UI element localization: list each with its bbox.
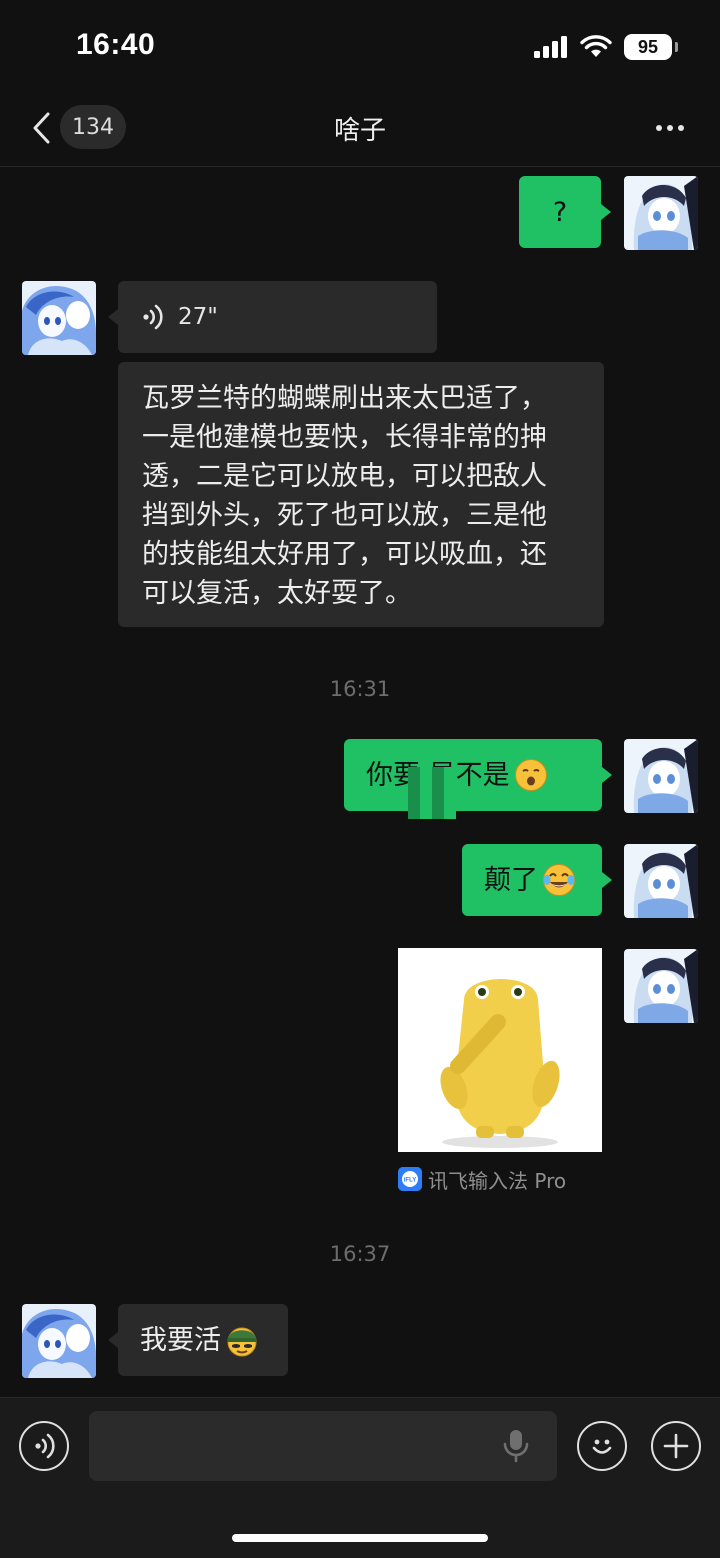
message-text: 瓦罗兰特的蝴蝶刷出来太巴适了， 一是他建模也要快，长得非常的抻 透，二是它可以放… — [142, 383, 547, 609]
contact-avatar[interactable] — [22, 281, 96, 355]
message-text: ? — [552, 196, 568, 228]
status-bar: 16:40 95 — [0, 0, 720, 90]
message-bubble-sent[interactable]: 你要 是不是 — [344, 739, 612, 819]
message-text: 颠了 — [484, 864, 538, 896]
voice-mode-button[interactable] — [19, 1421, 69, 1471]
message-bubble-received[interactable]: 我要活 — [108, 1304, 288, 1376]
sticker-image[interactable] — [398, 948, 602, 1152]
message-input[interactable] — [89, 1411, 557, 1481]
more-options-button[interactable] — [652, 114, 688, 142]
status-icons: 95 — [534, 34, 678, 60]
more-actions-button[interactable] — [651, 1421, 701, 1471]
contact-avatar[interactable] — [22, 1304, 96, 1378]
smiley-icon — [592, 1439, 612, 1454]
plus-icon — [663, 1433, 689, 1459]
ifly-logo-icon: iFLY — [398, 1167, 422, 1191]
redaction-mask — [408, 767, 456, 819]
sticker-source-name: 讯飞输入法 Pro — [428, 1168, 567, 1193]
message-bubble-sent[interactable]: 颠了 — [462, 844, 612, 916]
voice-transcript[interactable]: 瓦罗兰特的蝴蝶刷出来太巴适了， 一是他建模也要快，长得非常的抻 透，二是它可以放… — [118, 362, 604, 627]
voice-message[interactable]: 27" — [108, 281, 437, 353]
microphone-icon[interactable] — [500, 1428, 532, 1464]
voice-wave-icon — [35, 1433, 55, 1459]
kiss-face-emoji — [514, 759, 547, 791]
my-avatar[interactable] — [624, 949, 698, 1023]
dot-icon — [678, 125, 684, 131]
chat-timestamp: 16:37 — [329, 1242, 391, 1266]
input-toolbar — [0, 1397, 720, 1558]
yellow-figure-sticker — [398, 948, 602, 1152]
message-text: 我要活 — [140, 1324, 221, 1356]
my-avatar[interactable] — [624, 844, 698, 918]
voice-wave-icon — [143, 304, 163, 330]
chat-title: 啥子 — [333, 116, 386, 146]
wifi-icon — [580, 35, 612, 57]
my-avatar[interactable] — [624, 176, 698, 250]
sticker-source-link[interactable]: iFLY 讯飞输入法 Pro — [398, 1164, 566, 1194]
tears-of-joy-emoji — [543, 864, 575, 896]
my-avatar[interactable] — [624, 739, 698, 813]
dot-icon — [656, 125, 662, 131]
chat-header: 134 啥子 — [0, 90, 720, 167]
signal-icon — [534, 36, 567, 58]
battery-indicator: 95 — [624, 34, 678, 60]
svg-text:iFLY: iFLY — [404, 1178, 416, 1184]
emoji-button[interactable] — [577, 1421, 627, 1471]
status-time: 16:40 — [76, 28, 156, 61]
helmet-face-emoji — [227, 1327, 257, 1357]
dot-icon — [667, 125, 673, 131]
voice-duration: 27" — [178, 303, 218, 330]
home-indicator[interactable] — [232, 1534, 488, 1542]
message-bubble-sent[interactable]: ? — [519, 176, 611, 248]
chat-timestamp: 16:31 — [329, 677, 391, 701]
